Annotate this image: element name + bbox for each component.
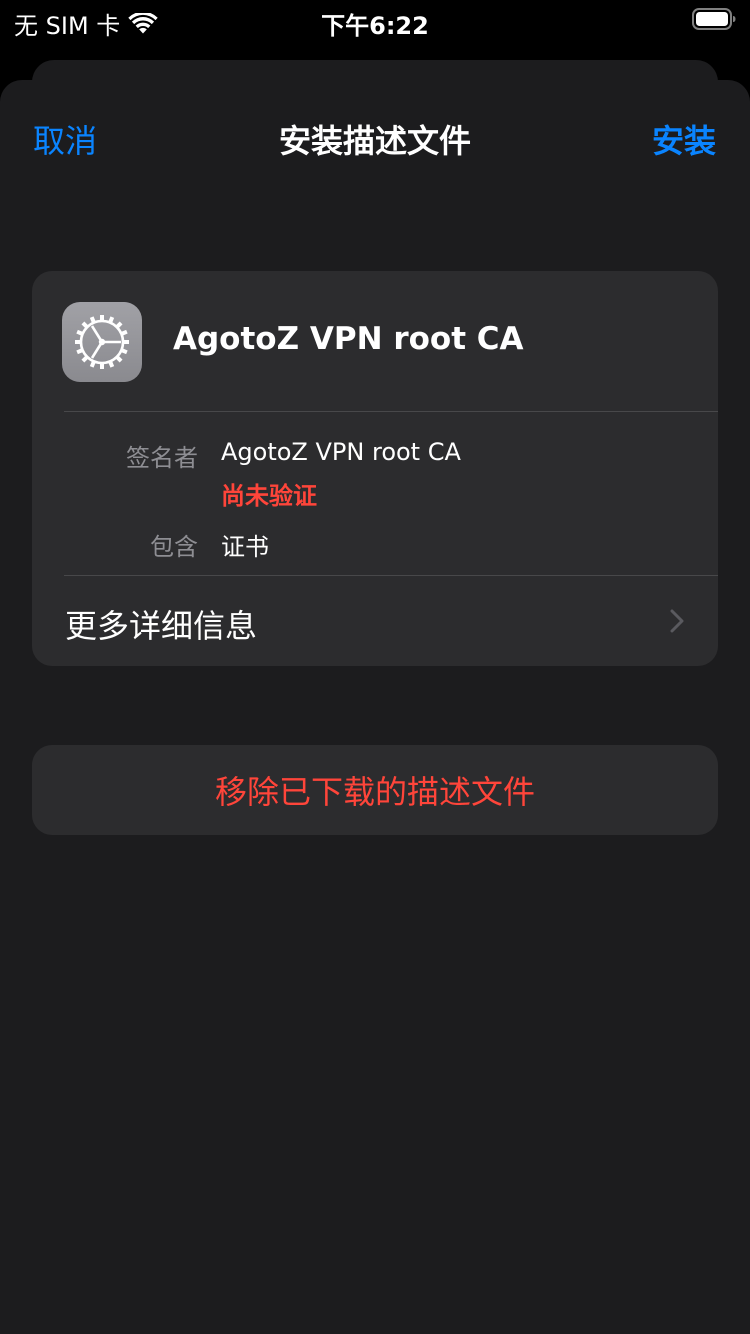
status-bar: 无 SIM 卡 下午6:22 <box>0 0 750 42</box>
chevron-right-icon <box>670 609 684 633</box>
cancel-button[interactable]: 取消 <box>33 116 97 162</box>
profile-card: AgotoZ VPN root CA 签名者 AgotoZ VPN root C… <box>32 271 718 666</box>
divider <box>64 411 718 412</box>
status-time: 下午6:22 <box>321 12 429 40</box>
settings-gear-icon <box>75 315 129 369</box>
settings-app-icon <box>62 302 142 382</box>
install-button[interactable]: 安装 <box>652 116 716 162</box>
remove-profile-button[interactable]: 移除已下载的描述文件 <box>32 745 718 835</box>
more-details-row[interactable]: 更多详细信息 <box>32 576 718 666</box>
page-title: 安装描述文件 <box>278 122 471 160</box>
remove-profile-label: 移除已下载的描述文件 <box>214 773 535 811</box>
signer-label: 签名者 <box>126 444 198 472</box>
install-profile-sheet: 取消 安装描述文件 安装 AgotoZ VPN root CA 签名者 Agot… <box>0 80 750 1334</box>
signer-value: AgotoZ VPN root CA <box>221 438 461 466</box>
battery-icon <box>692 8 736 30</box>
profile-name: AgotoZ VPN root CA <box>173 321 524 357</box>
verification-status: 尚未验证 <box>221 482 317 510</box>
screen: 无 SIM 卡 下午6:22 取消 安装描述文件 安装 AgotoZ VPN r… <box>0 0 750 1334</box>
nav-bar: 取消 安装描述文件 安装 <box>0 80 750 192</box>
contains-value: 证书 <box>221 533 269 561</box>
contains-label: 包含 <box>150 533 198 561</box>
profile-header: AgotoZ VPN root CA <box>32 271 718 411</box>
more-details-label: 更多详细信息 <box>65 607 258 645</box>
